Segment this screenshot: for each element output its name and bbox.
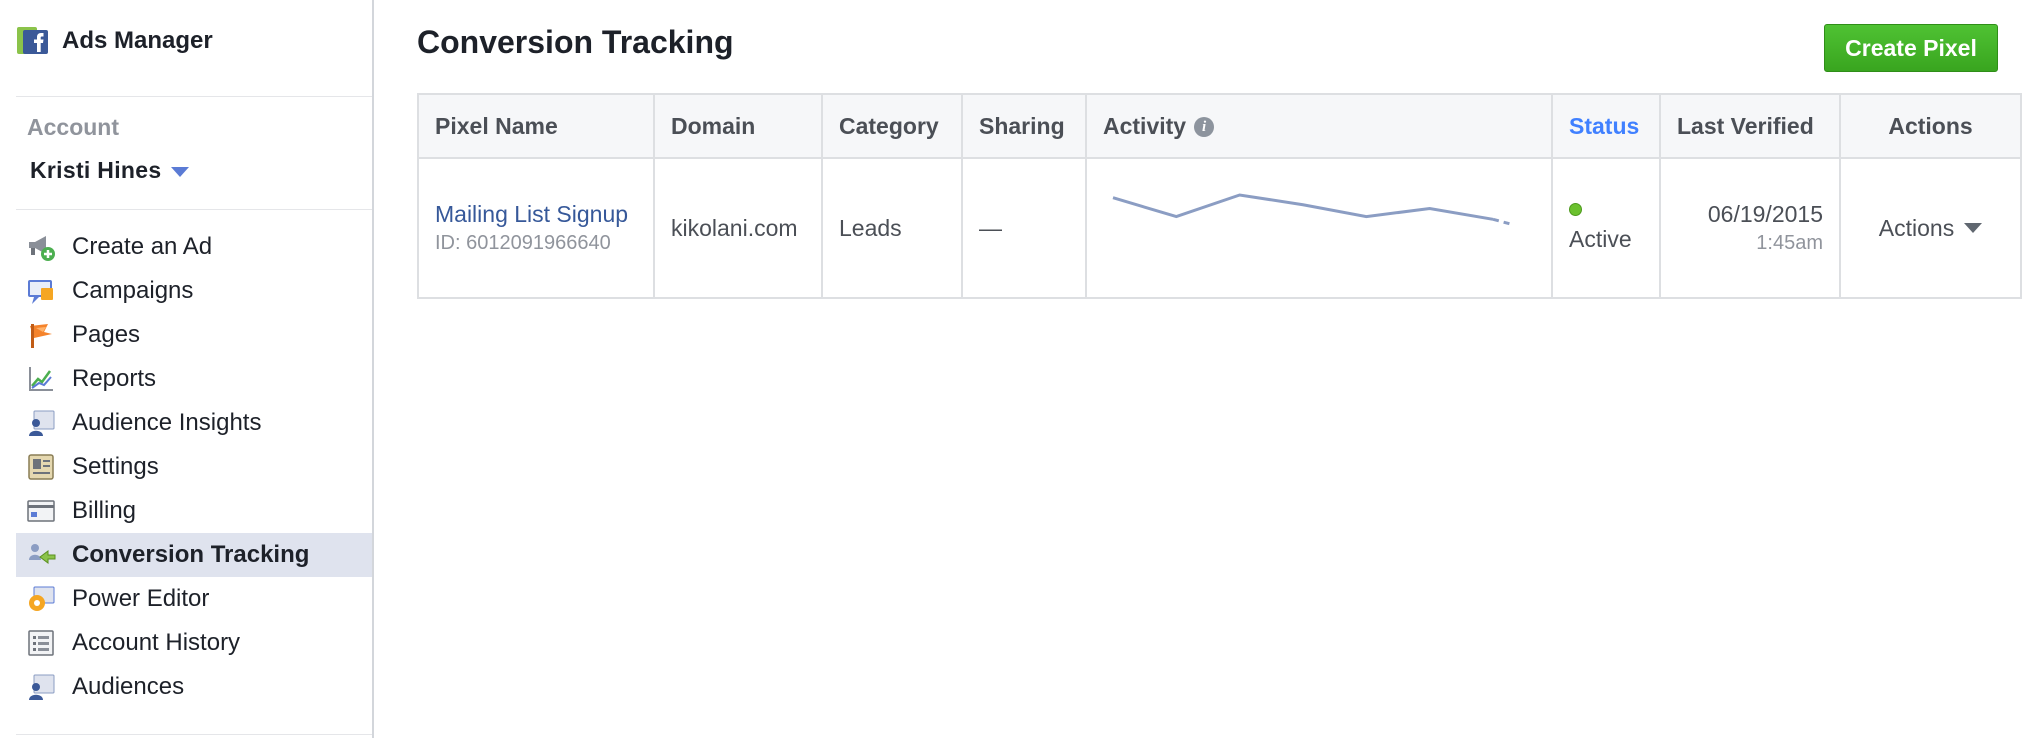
cell-status: Active: [1551, 157, 1661, 299]
header-actions: Actions: [1839, 93, 2022, 159]
audiences-icon: [29, 674, 55, 700]
audience-insights-icon: [29, 410, 55, 436]
status-dot-icon: [1569, 203, 1582, 216]
sidebar-item-audience-insights[interactable]: Audience Insights: [16, 401, 372, 445]
sidebar-item-campaigns[interactable]: Campaigns: [16, 269, 372, 313]
settings-icon: [28, 454, 54, 480]
sidebar-item-account-history[interactable]: Account History: [16, 621, 372, 665]
ads-manager-logo-icon: [17, 27, 48, 54]
status-text: Active: [1569, 226, 1632, 252]
header-activity[interactable]: Activity i: [1085, 93, 1553, 159]
campaigns-icon: [28, 280, 53, 304]
sparkline-dashed: [1492, 217, 1514, 227]
app-brand[interactable]: Ads Manager: [16, 24, 213, 58]
header-pixel-name[interactable]: Pixel Name: [417, 93, 655, 159]
cell-category: Leads: [821, 157, 963, 299]
cell-actions: Actions: [1839, 157, 2022, 299]
table-row: Mailing List Signup ID: 6012091966640 ki…: [417, 157, 2022, 299]
sidebar-item-settings[interactable]: Settings: [16, 445, 372, 489]
cell-domain: kikolani.com: [653, 157, 823, 299]
cell-pixel-name: Mailing List Signup ID: 6012091966640: [417, 157, 655, 299]
last-verified-time: 1:45am: [1756, 232, 1823, 254]
activity-sparkline: [1112, 193, 1514, 227]
divider: [16, 96, 372, 97]
main-content: Conversion Tracking Create Pixel Pixel N…: [374, 0, 2022, 738]
sidebar-item-conversion-tracking[interactable]: Conversion Tracking: [16, 533, 372, 577]
header-category[interactable]: Category: [821, 93, 963, 159]
caret-down-icon: [171, 166, 190, 177]
pages-flag-icon: [30, 324, 52, 348]
header-last-verified[interactable]: Last Verified: [1659, 93, 1841, 159]
pixels-table: Pixel Name Domain Category Sharing Activ…: [417, 93, 2022, 299]
reports-chart-icon: [29, 367, 53, 391]
actions-dropdown[interactable]: Actions: [1878, 214, 1983, 242]
pixel-id: ID: 6012091966640: [435, 232, 611, 254]
header-status[interactable]: Status: [1551, 93, 1661, 159]
cell-last-verified: 06/19/2015 1:45am: [1659, 157, 1841, 299]
sidebar-item-billing[interactable]: Billing: [16, 489, 372, 533]
page-title: Conversion Tracking: [417, 24, 734, 60]
power-editor-icon: [29, 586, 55, 611]
sparkline-solid: [1112, 193, 1494, 221]
header-sharing[interactable]: Sharing: [961, 93, 1087, 159]
table-header-row: Pixel Name Domain Category Sharing Activ…: [417, 93, 2022, 159]
cell-sharing: —: [961, 157, 1087, 299]
account-label: Account: [27, 114, 119, 140]
conversion-tracking-icon: [29, 544, 56, 564]
sidebar-item-reports[interactable]: Reports: [16, 357, 372, 401]
sidebar-item-audiences[interactable]: Audiences: [16, 665, 372, 709]
divider: [16, 734, 372, 735]
account-selector[interactable]: Kristi Hines: [30, 157, 190, 184]
sidebar: Ads Manager Account Kristi Hines Create …: [0, 0, 374, 738]
last-verified-date: 06/19/2015: [1707, 201, 1823, 227]
caret-down-icon: [1964, 223, 1983, 233]
header-activity-label: Activity: [1103, 112, 1187, 139]
divider: [16, 209, 372, 210]
sidebar-item-power-editor[interactable]: Power Editor: [16, 577, 372, 621]
account-name: Kristi Hines: [30, 157, 162, 183]
megaphone-plus-icon: [29, 236, 55, 261]
cell-activity: [1085, 157, 1553, 299]
create-pixel-button[interactable]: Create Pixel: [1824, 24, 1998, 72]
billing-icon: [27, 500, 55, 522]
header-domain[interactable]: Domain: [653, 93, 823, 159]
app-title: Ads Manager: [62, 27, 213, 54]
actions-label: Actions: [1878, 214, 1955, 241]
pixel-name-link[interactable]: Mailing List Signup: [435, 201, 637, 228]
info-icon[interactable]: i: [1194, 117, 1215, 138]
account-history-icon: [28, 630, 54, 656]
sidebar-item-create-an-ad[interactable]: Create an Ad: [16, 225, 372, 269]
sidebar-item-pages[interactable]: Pages: [16, 313, 372, 357]
sidebar-nav: Create an Ad Campaigns Pages Reports Aud…: [16, 225, 372, 709]
